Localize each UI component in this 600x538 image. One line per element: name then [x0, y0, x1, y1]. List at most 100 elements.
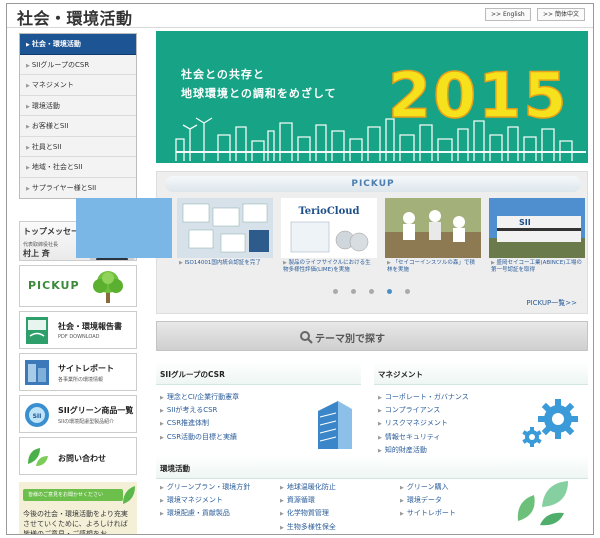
theme-search-label: テーマ別で探す [315, 334, 385, 345]
green-product-button[interactable]: SII SIIグリーン商品一覧 SIIの環境配慮型製品紹介 [19, 395, 137, 433]
leaf-icon [517, 481, 568, 526]
environment-link[interactable]: ▶ サイトレポート [400, 507, 456, 520]
hero-line-1: 社会との共存と [181, 68, 265, 81]
environment-link[interactable]: ▶ 化学物質管理 [280, 507, 336, 520]
csr-section-title[interactable]: SIIグループのCSR [156, 361, 361, 385]
leaf-icon [28, 448, 48, 466]
feedback-note[interactable]: 皆様のご意見をお聞かせください 今後の社会・環境活動をより充実させていくために、… [19, 482, 137, 535]
report-icon [26, 317, 48, 344]
arrow-icon: ▶ [26, 62, 30, 69]
site-report-button[interactable]: サイトレポート 各事業所の環境情報 [19, 353, 137, 391]
pickup-card-lime[interactable]: TerioCloud ▶ 製品のライフサイクルにおける生物多様性評価(LIME)… [281, 198, 377, 284]
leaf-icon [123, 486, 135, 504]
pickup-card-caption: ▶ 製品のライフサイクルにおける生物多様性評価(LIME)を実施 [283, 260, 371, 273]
sidebar-item-label: SIIグループのCSR [31, 60, 90, 69]
csr-report-title: 社会・環境報告書 [58, 322, 122, 331]
building-icon [25, 360, 49, 385]
pickup-header: PICKUP [165, 176, 581, 192]
search-icon [300, 331, 313, 344]
sidebar-item-csr-top[interactable]: ▶ 社会・環境活動 [20, 34, 136, 55]
sidebar-item-label: 社会・環境活動 [31, 40, 81, 48]
environment-link[interactable]: ▶ 生物多様性保全 [280, 521, 336, 534]
arrow-icon: ▶ [26, 83, 30, 89]
page-frame: 社会・環境活動 >> English >> 簡体中文 ▶ 社会・環境活動 ▶ SII… [6, 3, 594, 535]
factory-image: SII [489, 198, 585, 258]
sidebar-item-employees[interactable]: ▶ 社員とSII [20, 136, 136, 157]
feedback-note-body: 今後の社会・環境活動をより充実させていくために、よろしければ皆様のご意見・ご感想… [23, 510, 128, 535]
csr-report-sub: PDF DOWNLOAD [58, 334, 100, 340]
arrow-icon: ▶ [26, 144, 30, 151]
pickup-card-caption: ▶ ISO14001国内統合認証を完了 [179, 260, 261, 266]
pickup-card-abinc[interactable]: SII ▶ 盛岡セイコー工業(ABINCE)工場の第一号認証を取得 [489, 198, 585, 284]
carousel-dot[interactable] [369, 289, 374, 294]
sidebar-nav: ▶ 社会・環境活動 ▶ SIIグループのCSR ▶ マネジメント ▶ 環境活動 ▶ お客様… [19, 33, 137, 199]
environment-link[interactable]: ▶ グリーン購入 [400, 481, 456, 494]
management-section: マネジメント ▶ コーポレート・ガバナンス ▶ コンプライアンス ▶ リスクマネジメン… [374, 361, 588, 455]
pickup-more-link[interactable]: PICKUP一覧>> [526, 298, 577, 308]
svg-text:SII: SII [33, 413, 42, 420]
site-report-title: サイトレポート [58, 364, 114, 373]
environment-link[interactable]: ▶ 資源循環 [280, 494, 336, 507]
sidebar: ▶ 社会・環境活動 ▶ SIIグループのCSR ▶ マネジメント ▶ 環境活動 ▶ お客様… [19, 33, 137, 535]
pickup-card-iso[interactable]: ▶ ISO14001国内統合認証を完了 [177, 198, 273, 284]
page-title: 社会・環境活動 [17, 9, 133, 28]
hero-line-2: 地球環境との調和をめざして [181, 87, 337, 100]
pickup-card-caption: ▶ 「セイコーインスツルの森」で積林を実施 [387, 260, 475, 273]
environment-section: 環境活動 ▶ グリーンプラン・環境方針 ▶ 環境マネジメント ▶ 環境配慮・貢献製品 … [156, 455, 588, 534]
contact-title: お問い合わせ [58, 454, 106, 463]
forest-image [385, 198, 481, 258]
pickup-banner-label: PICKUP [28, 279, 80, 292]
main-content: 2015 社会との共存と 地球環境との調和をめざして PICKUP ▶ ISO1… [76, 31, 588, 531]
environment-link[interactable]: ▶ 環境配慮・貢献製品 [160, 507, 250, 520]
sidebar-item-sii-csr[interactable]: ▶ SIIグループのCSR [20, 54, 136, 75]
iso-image [177, 198, 273, 258]
arrow-icon: ▶ [26, 124, 30, 130]
environment-link[interactable]: ▶ グリーンプラン・環境方針 [160, 481, 250, 494]
feedback-note-header: 皆様のご意見をお聞かせください [23, 489, 123, 501]
sidebar-item-customers[interactable]: ▶ お客様とSII [20, 116, 136, 137]
csr-section: SIIグループのCSR ▶ 理念とCI/企業行動憲章 ▶ SIIが考えるCSR ▶ C… [156, 361, 361, 455]
building-icon [318, 401, 352, 449]
theme-search-bar[interactable]: テーマ別で探す [156, 321, 588, 351]
svg-text:TerioCloud: TerioCloud [298, 206, 359, 217]
contact-button[interactable]: お問い合わせ [19, 437, 137, 475]
page-header: 社会・環境活動 >> English >> 簡体中文 [7, 4, 593, 28]
sidebar-item-label: 環境活動 [31, 101, 60, 110]
pickup-card-partial[interactable] [76, 198, 172, 284]
sidebar-item-community[interactable]: ▶ 地域・社会とSII [20, 157, 136, 178]
chinese-link[interactable]: >> 簡体中文 [537, 8, 585, 21]
pickup-card-forest[interactable]: ▶ 「セイコーインスツルの森」で積林を実施 [385, 198, 481, 284]
environment-link[interactable]: ▶ 地球温暖化防止 [280, 481, 336, 494]
arrow-icon: ▶ [26, 42, 30, 48]
environment-link[interactable]: ▶ 環境データ [400, 494, 456, 507]
arrow-icon: ▶ [26, 103, 30, 110]
carousel-dot[interactable] [351, 289, 356, 294]
english-link[interactable]: >> English [485, 8, 531, 21]
green-product-title: SIIグリーン商品一覧 [58, 406, 134, 415]
environment-link[interactable]: ▶ 環境マネジメント [160, 494, 250, 507]
environment-section-title[interactable]: 環境活動 [156, 455, 588, 479]
management-section-title[interactable]: マネジメント [374, 361, 588, 385]
top-message-role: 代表取締役社長 [23, 242, 59, 248]
terio-cloud-image: TerioCloud [281, 198, 377, 258]
sidebar-item-label: マネジメント [31, 81, 74, 89]
hero-year: 2015 [388, 59, 569, 132]
arrow-icon: ▶ [26, 165, 30, 171]
hero-banner[interactable]: 2015 社会との共存と 地球環境との調和をめざして [156, 31, 588, 163]
sidebar-item-label: 社員とSII [31, 142, 62, 151]
svg-text:SII: SII [519, 218, 531, 227]
sidebar-item-label: お客様とSII [31, 122, 69, 130]
carousel-dot[interactable] [333, 289, 338, 294]
top-message-name: 村上 斉 [23, 249, 50, 258]
green-product-sub: SIIの環境配慮型製品紹介 [58, 419, 115, 425]
sidebar-item-label: サプライヤー様とSII [31, 183, 97, 192]
carousel-dot-active[interactable] [387, 289, 392, 294]
arrow-icon: ▶ [26, 185, 30, 192]
sidebar-item-management[interactable]: ▶ マネジメント [20, 75, 136, 96]
sidebar-item-label: 地域・社会とSII [31, 163, 83, 171]
sidebar-item-suppliers[interactable]: ▶ サプライヤー様とSII [20, 177, 136, 198]
pickup-card-caption: ▶ 盛岡セイコー工業(ABINCE)工場の第一号認証を取得 [491, 260, 582, 273]
csr-report-button[interactable]: 社会・環境報告書 PDF DOWNLOAD [19, 311, 137, 349]
sidebar-item-environment[interactable]: ▶ 環境活動 [20, 95, 136, 116]
carousel-dot[interactable] [405, 289, 410, 294]
